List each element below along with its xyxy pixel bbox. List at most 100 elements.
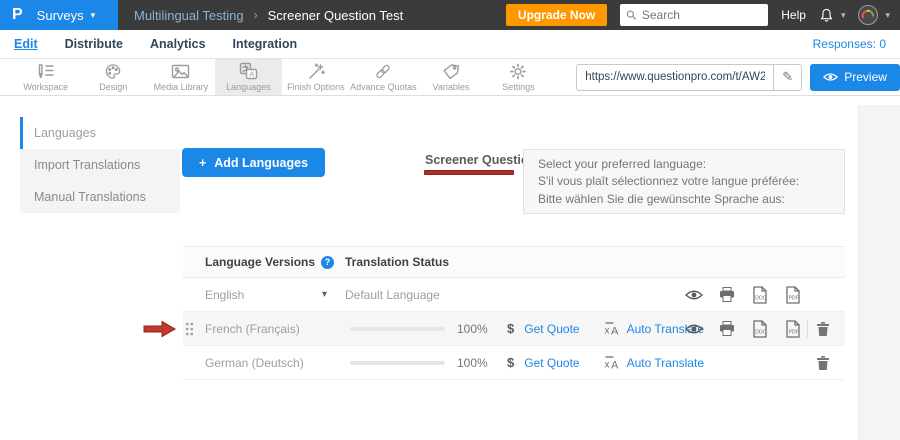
sidebar-item-import-translations[interactable]: Import Translations bbox=[20, 149, 180, 181]
survey-nav-tabs: Edit Distribute Analytics Integration Re… bbox=[0, 30, 900, 59]
sidebar-item-languages[interactable]: Languages bbox=[20, 117, 180, 149]
language-row-english: English ▾ Default Language DOC PDF bbox=[183, 278, 845, 312]
language-name: French (Français) bbox=[205, 322, 300, 336]
svg-text:DOC: DOC bbox=[755, 295, 767, 301]
table-header: Language Versions ? Translation Status bbox=[183, 246, 845, 278]
default-language-dropdown[interactable]: English ▾ bbox=[205, 288, 327, 302]
toolbar-item-settings[interactable]: Settings bbox=[485, 59, 553, 95]
svg-text:A: A bbox=[611, 360, 619, 371]
screener-line-english: Select your preferred language: bbox=[538, 157, 830, 171]
translation-progress-bar bbox=[350, 361, 445, 365]
trash-icon bbox=[816, 321, 830, 337]
survey-url-box: ✎ bbox=[576, 64, 802, 91]
breadcrumb-folder[interactable]: Multilingual Testing bbox=[134, 8, 244, 23]
preview-eye-icon[interactable] bbox=[685, 289, 703, 301]
print-icon[interactable] bbox=[718, 321, 736, 336]
add-languages-button[interactable]: + Add Languages bbox=[182, 148, 325, 177]
search-input[interactable] bbox=[642, 8, 762, 22]
chevron-down-icon: ▾ bbox=[322, 289, 327, 300]
edit-toolbar: Workspace Design Media Library A Languag… bbox=[0, 59, 900, 96]
advance-quotas-link-icon bbox=[374, 63, 392, 80]
chevron-down-icon: ▾ bbox=[91, 10, 96, 21]
svg-text:A: A bbox=[611, 326, 619, 337]
tab-integration[interactable]: Integration bbox=[233, 37, 298, 51]
drag-handle-icon[interactable] bbox=[185, 322, 194, 336]
delete-language-button[interactable] bbox=[816, 312, 830, 345]
svg-text:x: x bbox=[604, 326, 609, 337]
help-link[interactable]: Help bbox=[781, 8, 806, 22]
edit-url-button[interactable]: ✎ bbox=[773, 64, 801, 91]
variables-tag-icon bbox=[442, 63, 460, 80]
workspace-icon bbox=[37, 63, 55, 80]
delete-language-button[interactable] bbox=[816, 346, 830, 379]
bell-icon bbox=[819, 8, 834, 23]
auto-translate-link[interactable]: Auto Translate bbox=[627, 356, 704, 370]
svg-text:x: x bbox=[604, 360, 609, 371]
tab-edit[interactable]: Edit bbox=[14, 37, 38, 51]
language-row-german: German (Deutsch) 100% $ Get Quote xA Aut… bbox=[183, 346, 845, 380]
top-bar: P Surveys ▾ Multilingual Testing › Scree… bbox=[0, 0, 900, 30]
screener-line-french: S'il vous plaît sélectionnez votre langu… bbox=[538, 174, 830, 188]
languages-sidebar: Languages Import Translations Manual Tra… bbox=[20, 117, 180, 213]
breadcrumb-survey-title: Screener Question Test bbox=[268, 8, 404, 23]
toolbar-item-workspace[interactable]: Workspace bbox=[12, 59, 80, 95]
translation-progress-percent: 100% bbox=[457, 356, 491, 370]
search-icon bbox=[626, 9, 637, 21]
language-name: German (Deutsch) bbox=[205, 356, 304, 370]
get-quote-link[interactable]: Get Quote bbox=[524, 322, 579, 336]
toolbar-item-media-library[interactable]: Media Library bbox=[147, 59, 215, 95]
scroll-gutter bbox=[858, 105, 900, 440]
upgrade-now-button[interactable]: Upgrade Now bbox=[506, 4, 607, 26]
finish-options-wand-icon bbox=[307, 63, 325, 80]
tab-analytics[interactable]: Analytics bbox=[150, 37, 206, 51]
survey-url-input[interactable] bbox=[577, 71, 773, 83]
help-icon[interactable]: ? bbox=[321, 256, 334, 269]
export-doc-icon[interactable]: DOC bbox=[751, 286, 769, 304]
language-row-french: French (Français) 100% $ Get Quote xA Au… bbox=[183, 312, 845, 346]
preview-button[interactable]: Preview bbox=[810, 64, 900, 91]
plus-icon: + bbox=[199, 156, 206, 170]
export-pdf-icon[interactable]: PDF bbox=[784, 320, 802, 338]
responses-count[interactable]: Responses: 0 bbox=[813, 37, 886, 51]
dollar-icon: $ bbox=[507, 321, 514, 336]
header-language-versions: Language Versions bbox=[205, 255, 315, 269]
eye-icon bbox=[823, 72, 838, 82]
preview-eye-icon[interactable] bbox=[685, 323, 703, 335]
toolbar-item-advance-quotas[interactable]: Advance Quotas bbox=[350, 59, 418, 95]
chevron-down-icon: ▾ bbox=[841, 10, 846, 21]
translation-progress-bar bbox=[350, 327, 445, 331]
auto-translate-icon: xA bbox=[604, 355, 621, 370]
dollar-icon: $ bbox=[507, 355, 514, 370]
header-translation-status: Translation Status bbox=[345, 255, 449, 269]
settings-gear-icon bbox=[509, 63, 527, 80]
translation-progress-percent: 100% bbox=[457, 322, 491, 336]
languages-page: Languages Import Translations Manual Tra… bbox=[0, 97, 900, 440]
sidebar-item-manual-translations[interactable]: Manual Translations bbox=[20, 181, 180, 213]
toolbar-item-languages[interactable]: A Languages bbox=[215, 59, 283, 95]
screener-line-german: Bitte wählen Sie die gewünschte Sprache … bbox=[538, 192, 830, 206]
default-language-label: Default Language bbox=[345, 288, 440, 302]
product-menu-label: Surveys bbox=[37, 8, 84, 23]
notifications-menu[interactable]: ▾ bbox=[819, 8, 846, 23]
languages-icon: A bbox=[239, 62, 258, 80]
print-icon[interactable] bbox=[718, 287, 736, 302]
search-box[interactable] bbox=[620, 4, 768, 26]
toolbar-item-design[interactable]: Design bbox=[80, 59, 148, 95]
export-doc-icon[interactable]: DOC bbox=[751, 320, 769, 338]
toolbar-item-finish-options[interactable]: Finish Options bbox=[282, 59, 350, 95]
export-pdf-icon[interactable]: PDF bbox=[784, 286, 802, 304]
account-menu[interactable]: ▾ bbox=[858, 5, 890, 25]
annotation-red-underline bbox=[424, 170, 514, 175]
toolbar-item-variables[interactable]: Variables bbox=[417, 59, 485, 95]
get-quote-link[interactable]: Get Quote bbox=[524, 356, 579, 370]
annotation-red-arrow bbox=[143, 320, 176, 338]
svg-text:DOC: DOC bbox=[755, 329, 767, 335]
svg-text:A: A bbox=[249, 70, 254, 79]
breadcrumb: Multilingual Testing › Screener Question… bbox=[134, 8, 403, 23]
breadcrumb-separator: › bbox=[254, 8, 258, 22]
avatar-gauge-icon bbox=[861, 8, 875, 22]
pencil-icon: ✎ bbox=[782, 69, 793, 84]
chevron-down-icon: ▾ bbox=[885, 10, 890, 21]
product-menu[interactable]: P Surveys ▾ bbox=[0, 0, 118, 30]
tab-distribute[interactable]: Distribute bbox=[65, 37, 123, 51]
